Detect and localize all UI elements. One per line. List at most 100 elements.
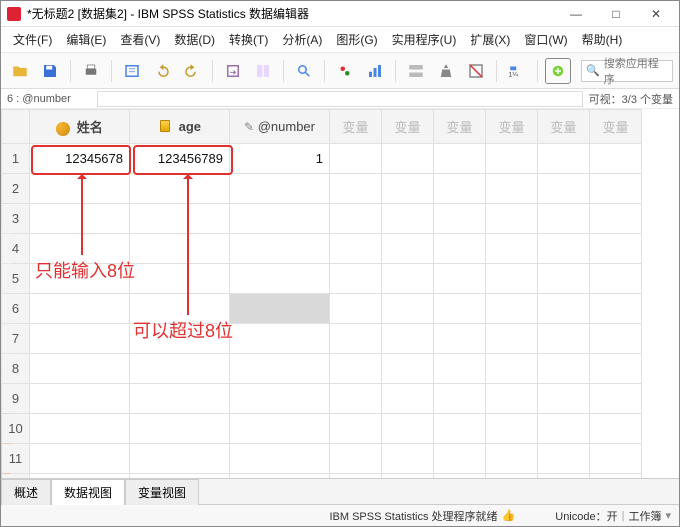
variables-icon[interactable] (332, 58, 358, 84)
empty-cell[interactable] (538, 264, 590, 294)
data-cell[interactable] (30, 234, 130, 264)
empty-cell[interactable] (382, 474, 434, 479)
data-cell[interactable] (30, 204, 130, 234)
data-cell[interactable] (30, 324, 130, 354)
data-cell[interactable] (30, 384, 130, 414)
empty-cell[interactable] (590, 174, 642, 204)
empty-cell[interactable] (330, 294, 382, 324)
data-cell[interactable] (30, 414, 130, 444)
column-header-empty[interactable]: 变量 (590, 110, 642, 144)
empty-cell[interactable] (382, 324, 434, 354)
row-header[interactable]: 2 (2, 174, 30, 204)
data-cell[interactable] (230, 384, 330, 414)
app-search[interactable]: 🔍 搜索应用程序 (581, 60, 673, 82)
empty-cell[interactable] (486, 294, 538, 324)
empty-cell[interactable] (434, 444, 486, 474)
empty-cell[interactable] (486, 174, 538, 204)
column-header-empty[interactable]: 变量 (330, 110, 382, 144)
data-cell[interactable] (130, 234, 230, 264)
menu-graphs[interactable]: 图形(G) (330, 29, 383, 50)
redo-icon[interactable] (179, 58, 205, 84)
data-cell[interactable] (130, 414, 230, 444)
data-cell[interactable] (230, 414, 330, 444)
empty-cell[interactable] (590, 474, 642, 479)
goto-case-icon[interactable]: ➜ (220, 58, 246, 84)
empty-cell[interactable] (434, 174, 486, 204)
empty-cell[interactable] (330, 174, 382, 204)
column-header-age[interactable]: age (130, 110, 230, 144)
grid-corner[interactable] (2, 110, 30, 144)
empty-cell[interactable] (538, 144, 590, 174)
empty-cell[interactable] (382, 234, 434, 264)
empty-cell[interactable] (330, 204, 382, 234)
empty-cell[interactable] (330, 414, 382, 444)
empty-cell[interactable] (382, 264, 434, 294)
empty-cell[interactable] (486, 354, 538, 384)
empty-cell[interactable] (590, 324, 642, 354)
data-cell[interactable] (130, 294, 230, 324)
undo-icon[interactable] (149, 58, 175, 84)
menu-help[interactable]: 帮助(H) (576, 29, 629, 50)
menu-transform[interactable]: 转换(T) (223, 29, 274, 50)
column-header-empty[interactable]: 变量 (434, 110, 486, 144)
empty-cell[interactable] (538, 174, 590, 204)
data-cell[interactable] (130, 174, 230, 204)
empty-cell[interactable] (486, 414, 538, 444)
row-header[interactable]: 8 (2, 354, 30, 384)
data-cell[interactable] (230, 174, 330, 204)
extension-hub-icon[interactable] (545, 58, 571, 84)
empty-cell[interactable] (434, 384, 486, 414)
empty-cell[interactable] (382, 144, 434, 174)
row-header[interactable]: 1 (2, 144, 30, 174)
value-labels-icon[interactable]: 1¼ (504, 58, 530, 84)
data-cell[interactable] (130, 204, 230, 234)
empty-cell[interactable] (590, 234, 642, 264)
row-header[interactable]: 6 (2, 294, 30, 324)
empty-cell[interactable] (434, 474, 486, 479)
data-cell[interactable] (130, 444, 230, 474)
row-header[interactable]: 7 (2, 324, 30, 354)
data-cell[interactable] (30, 294, 130, 324)
print-icon[interactable] (78, 58, 104, 84)
empty-cell[interactable] (382, 204, 434, 234)
empty-cell[interactable] (434, 324, 486, 354)
empty-cell[interactable] (330, 384, 382, 414)
status-menu-icon[interactable]: ▾ (665, 509, 671, 522)
row-header[interactable]: 4 (2, 234, 30, 264)
row-header[interactable]: 5 (2, 264, 30, 294)
empty-cell[interactable] (486, 144, 538, 174)
empty-cell[interactable] (486, 234, 538, 264)
empty-cell[interactable] (330, 444, 382, 474)
data-cell[interactable] (130, 264, 230, 294)
empty-cell[interactable] (330, 234, 382, 264)
empty-cell[interactable] (434, 264, 486, 294)
data-cell[interactable] (30, 474, 130, 479)
empty-cell[interactable] (538, 354, 590, 384)
empty-cell[interactable] (486, 264, 538, 294)
empty-cell[interactable] (538, 294, 590, 324)
empty-cell[interactable] (538, 444, 590, 474)
empty-cell[interactable] (590, 354, 642, 384)
empty-cell[interactable] (382, 444, 434, 474)
empty-cell[interactable] (486, 384, 538, 414)
empty-cell[interactable] (434, 144, 486, 174)
data-cell[interactable] (230, 354, 330, 384)
data-cell[interactable]: 123456789 (130, 144, 230, 174)
empty-cell[interactable] (330, 354, 382, 384)
empty-cell[interactable] (590, 444, 642, 474)
menu-extensions[interactable]: 扩展(X) (464, 29, 516, 50)
empty-cell[interactable] (434, 354, 486, 384)
data-cell[interactable] (130, 384, 230, 414)
menu-analyze[interactable]: 分析(A) (276, 29, 328, 50)
column-header-name[interactable]: 姓名 (30, 110, 130, 144)
split-file-icon[interactable] (403, 58, 429, 84)
data-cell[interactable] (230, 324, 330, 354)
empty-cell[interactable] (538, 204, 590, 234)
column-header-empty[interactable]: 变量 (538, 110, 590, 144)
column-header-number[interactable]: ✎ @number (230, 110, 330, 144)
data-cell[interactable] (30, 174, 130, 204)
select-cases-icon[interactable] (463, 58, 489, 84)
empty-cell[interactable] (486, 324, 538, 354)
goto-variable-icon[interactable] (250, 58, 276, 84)
empty-cell[interactable] (382, 354, 434, 384)
